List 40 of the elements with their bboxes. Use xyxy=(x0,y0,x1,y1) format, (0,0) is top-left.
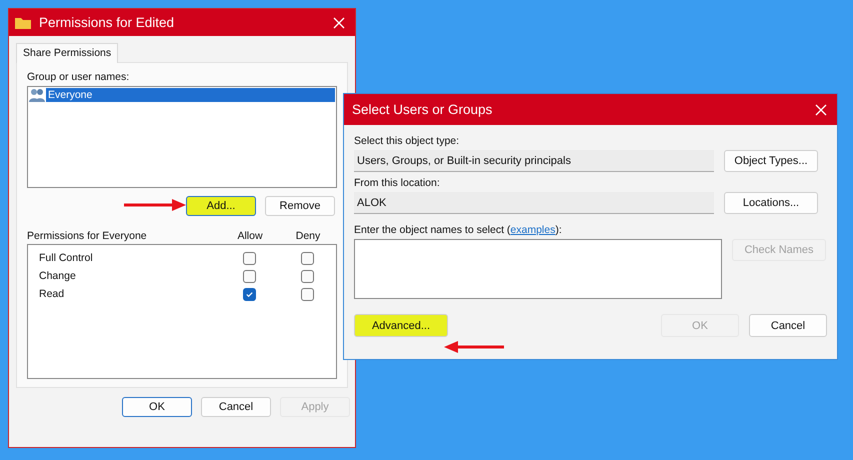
column-header: Allow xyxy=(236,230,264,242)
dialog-button[interactable]: OK xyxy=(122,397,192,417)
permissions-label: Permissions for Everyone xyxy=(27,230,148,242)
close-icon[interactable] xyxy=(333,16,345,28)
column-header: Deny xyxy=(294,230,322,242)
list-item[interactable]: Everyone xyxy=(46,88,335,102)
close-icon[interactable] xyxy=(815,104,827,116)
window-title: Select Users or Groups xyxy=(352,102,494,117)
users-icon xyxy=(29,88,45,102)
checkbox[interactable] xyxy=(242,270,256,282)
examples-link[interactable]: examples xyxy=(510,224,556,236)
dialog-button[interactable]: Remove xyxy=(265,196,335,216)
checkmark-icon xyxy=(244,290,254,298)
arrow-icon xyxy=(444,341,504,353)
window-title: Permissions for Edited xyxy=(39,15,176,30)
checkbox[interactable] xyxy=(242,288,256,300)
dialog-button[interactable]: Cancel xyxy=(201,397,271,417)
checkbox[interactable] xyxy=(300,270,314,282)
dialog-button[interactable]: Advanced... xyxy=(354,314,448,337)
field-label: Enter the object names to select ( xyxy=(354,224,510,236)
permission-name: Full Control xyxy=(38,252,94,264)
checkbox[interactable] xyxy=(300,288,314,300)
field-label: Select this object type: xyxy=(354,135,460,147)
group-label: Group or user names: xyxy=(27,71,130,83)
field-label: ): xyxy=(555,224,562,236)
tab[interactable]: Share Permissions xyxy=(16,43,118,63)
permission-name: Read xyxy=(38,288,66,300)
location-field: ALOK xyxy=(354,192,714,214)
object-type-field: Users, Groups, or Built-in security principals xyxy=(354,150,714,172)
checkbox[interactable] xyxy=(242,252,256,264)
dialog-button[interactable]: Cancel xyxy=(749,314,827,337)
checkbox[interactable] xyxy=(300,252,314,264)
dialog-button[interactable]: Add... xyxy=(186,196,256,216)
locations-button[interactable]: Locations... xyxy=(724,192,818,214)
permission-name: Change xyxy=(38,270,77,282)
folder-icon xyxy=(15,16,31,28)
arrow-icon xyxy=(124,199,186,211)
field-label: From this location: xyxy=(354,177,441,189)
names-input-field[interactable] xyxy=(354,239,722,299)
object-types-button[interactable]: Object Types... xyxy=(724,150,818,172)
